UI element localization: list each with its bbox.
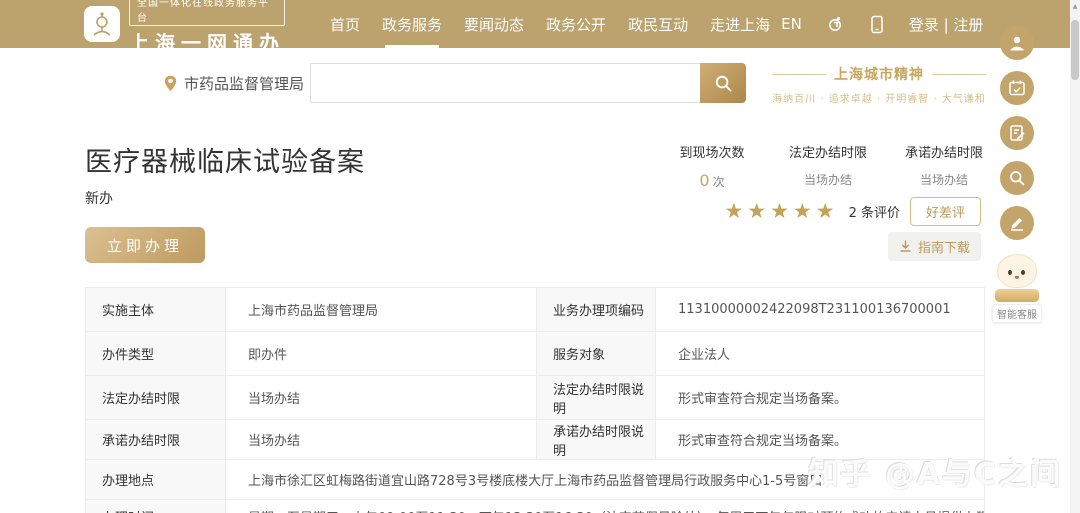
- table-row: 办件类型 即办件 服务对象 企业法人: [86, 332, 984, 376]
- table-row: 办理时间 星期一至星期五，上午09:00至11:30，下午13:30至16:30…: [86, 500, 984, 513]
- scroll-up-arrow[interactable]: ▲: [1070, 3, 1080, 10]
- stat-value: 0次: [699, 171, 725, 190]
- sub-header: 市药品监督管理局 上海城市精神 海纳百川 · 追求卓越 · 开明睿智 · 大气谦…: [0, 48, 1080, 120]
- row-label: 服务对象: [536, 332, 656, 375]
- row-value: 上海市药品监督管理局: [248, 304, 379, 319]
- location-pin-icon: [164, 75, 177, 91]
- scrollbar-thumb[interactable]: [1071, 20, 1079, 80]
- city-spirit-title-row: 上海城市精神: [772, 64, 986, 84]
- row-label: 实施主体: [86, 288, 226, 331]
- star-rating: ★★★★★: [724, 199, 839, 223]
- ai-assistant-label: 智能客服: [992, 304, 1042, 323]
- row-label: 法定办结时限说明: [536, 376, 656, 419]
- nav-item[interactable]: 要闻动态: [453, 0, 535, 48]
- pencil-icon[interactable]: [1000, 206, 1034, 240]
- row-label: 办件类型: [86, 332, 226, 375]
- row-label: 承诺办结时限: [86, 420, 226, 459]
- header-utilities: EN 登录 | 注册: [781, 14, 983, 35]
- brand-block[interactable]: 全国一体化在线政务服务平台 上海一网通办: [84, 0, 285, 56]
- table-row: 法定办结时限 当场办结 法定办结时限说明 形式审查符合规定当场备案。: [86, 376, 984, 420]
- department-name: 市药品监督管理局: [184, 75, 305, 93]
- stat-item: 承诺办结时限 当场办结: [903, 142, 985, 190]
- stat-item: 法定办结时限 当场办结: [787, 142, 869, 190]
- site-title: 上海一网通办: [129, 31, 285, 55]
- stat-label: 承诺办结时限: [904, 146, 983, 161]
- shanghai-gov-logo-icon: [84, 6, 120, 42]
- page: 全国一体化在线政务服务平台 上海一网通办 首页 政务服务 要闻动态 政务公开 政民互动走…: [0, 0, 1080, 513]
- nav-item[interactable]: 走进上海: [699, 0, 781, 48]
- review-button[interactable]: 好差评: [909, 197, 981, 226]
- city-spirit-title: 上海城市精神: [834, 67, 924, 83]
- row-value: 当场办结: [248, 434, 301, 449]
- ai-assistant-mascot-icon[interactable]: [994, 254, 1040, 302]
- service-stats: 到现场次数 0次 法定办结时限 当场办结 承诺办结时限 当场办结: [671, 142, 985, 190]
- review-count: 2 条评价: [848, 206, 900, 221]
- row-value: 11310000002422098T231100136700001: [678, 302, 951, 317]
- page-scrollbar[interactable]: ▲: [1070, 0, 1080, 513]
- stat-label: 法定办结时限: [788, 146, 867, 161]
- city-spirit-slogan: 海纳百川 · 追求卓越 · 开明睿智 · 大气谦和: [772, 94, 986, 105]
- floating-toolbar: 智能客服: [992, 26, 1042, 323]
- row-value: 形式审查符合规定当场备案。: [678, 392, 848, 407]
- stat-item: 到现场次数 0次: [671, 142, 753, 190]
- row-value: 企业法人: [678, 348, 731, 363]
- divider: [932, 73, 986, 75]
- row-label: 办理地点: [86, 460, 226, 499]
- mobile-phone-icon[interactable]: [870, 15, 884, 34]
- brand-text: 全国一体化在线政务服务平台 上海一网通办: [129, 0, 285, 56]
- table-row: 实施主体 上海市药品监督管理局 业务办理项编码 1131000000242209…: [86, 288, 984, 332]
- document-edit-icon[interactable]: [1000, 116, 1034, 150]
- download-icon: [900, 240, 911, 252]
- language-switch[interactable]: EN: [781, 15, 802, 33]
- nav-item[interactable]: 政民互动: [617, 0, 699, 48]
- top-header: 全国一体化在线政务服务平台 上海一网通办 首页 政务服务 要闻动态 政务公开 政民互动走…: [0, 0, 1080, 55]
- main-nav: 首页 政务服务 要闻动态 政务公开 政民互动 走进上海: [319, 0, 781, 48]
- row-label: 法定办结时限: [86, 376, 226, 419]
- watermark: 知乎 @A与C之间: [808, 457, 1062, 492]
- apply-now-button[interactable]: 立即办理: [85, 227, 205, 263]
- accessibility-icon[interactable]: [827, 15, 845, 33]
- search-input[interactable]: [310, 63, 700, 103]
- city-spirit-block: 上海城市精神 海纳百川 · 追求卓越 · 开明睿智 · 大气谦和: [772, 64, 986, 105]
- row-value: 即办件: [248, 348, 288, 363]
- page-title: 医疗器械临床试验备案: [85, 147, 365, 178]
- divider: [772, 73, 826, 75]
- search-box: [310, 63, 746, 103]
- row-label: 业务办理项编码: [536, 288, 656, 331]
- nav-item[interactable]: 首页: [319, 0, 371, 48]
- rating-row: ★★★★★ 2 条评价 好差评: [724, 197, 981, 226]
- calendar-check-icon[interactable]: [1000, 71, 1034, 105]
- department-selector[interactable]: 市药品监督管理局: [164, 73, 304, 94]
- guide-download-button[interactable]: 指南下载: [887, 232, 981, 261]
- user-icon[interactable]: [1000, 26, 1034, 60]
- row-value: 星期一至星期五，上午09:00至11:30，下午13:30至16:30（法定节假…: [226, 500, 984, 513]
- row-value: 当场办结: [248, 392, 301, 407]
- row-label: 办理时间: [86, 500, 226, 513]
- stat-value: 当场办结: [803, 173, 852, 187]
- service-subtype: 新办: [85, 191, 113, 207]
- login-register-link[interactable]: 登录 | 注册: [909, 14, 984, 35]
- search-button[interactable]: [700, 63, 746, 103]
- row-label: 承诺办结时限说明: [536, 420, 656, 459]
- stat-label: 到现场次数: [679, 146, 745, 161]
- stat-value: 当场办结: [919, 173, 968, 187]
- nav-item[interactable]: 政务服务: [371, 0, 453, 48]
- magnifier-icon: [715, 75, 732, 92]
- nav-item[interactable]: 政务公开: [535, 0, 617, 48]
- national-platform-badge: 全国一体化在线政务服务平台: [129, 0, 285, 26]
- search-icon[interactable]: [1000, 161, 1034, 195]
